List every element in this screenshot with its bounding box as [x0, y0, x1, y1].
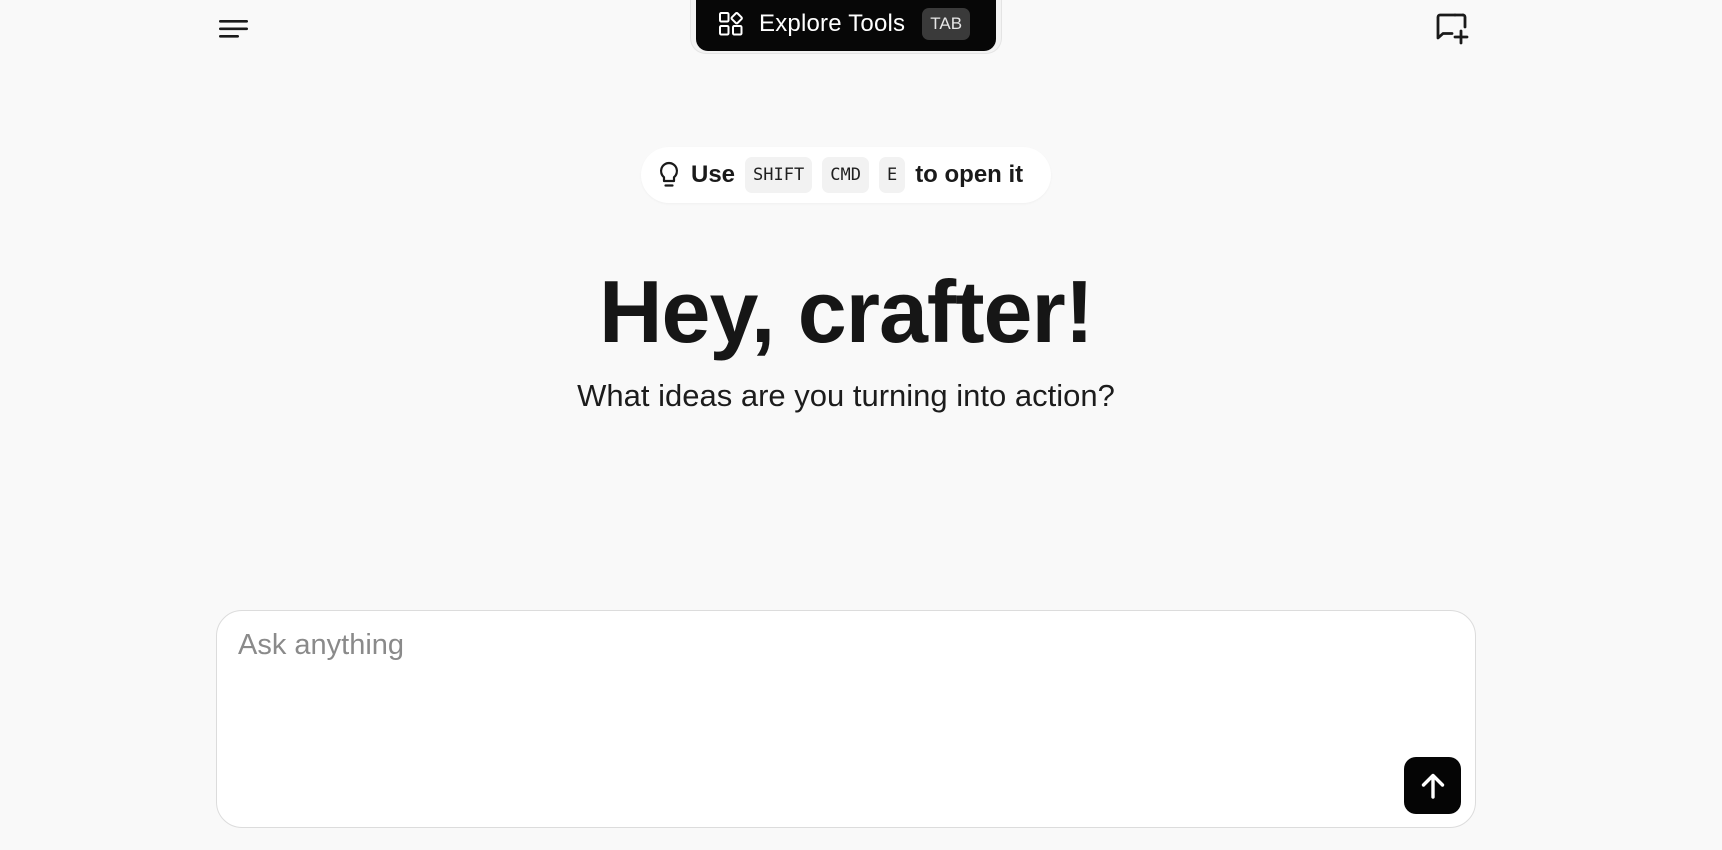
cmd-key: CMD	[822, 157, 869, 193]
hint-prefix: Use	[691, 161, 736, 188]
chat-home-page: Explore Tools TAB Use SHIFT CMD E to ope…	[0, 0, 1722, 850]
greeting-subtitle: What ideas are you turning into action?	[577, 378, 1115, 413]
explore-tools-tab-container: Explore Tools TAB	[690, 0, 1002, 54]
new-chat-button[interactable]	[1434, 10, 1470, 46]
shift-key: SHIFT	[745, 157, 813, 193]
send-button[interactable]	[1404, 757, 1461, 814]
lightbulb-icon	[656, 160, 682, 190]
sidebar-toggle-button[interactable]	[216, 14, 252, 44]
chat-composer	[216, 610, 1476, 828]
ask-anything-input[interactable]	[238, 629, 1418, 769]
explore-tools-label: Explore Tools	[759, 9, 906, 37]
explore-tools-button[interactable]: Explore Tools TAB	[696, 0, 996, 51]
tools-grid-icon	[718, 11, 744, 37]
arrow-up-icon	[1421, 773, 1444, 799]
new-chat-icon	[1436, 13, 1469, 45]
greeting-title: Hey, crafter!	[598, 262, 1094, 361]
e-key: E	[878, 157, 906, 193]
tab-shortcut-key: TAB	[922, 7, 971, 40]
shortcut-hint-pill: Use SHIFT CMD E to open it	[641, 147, 1051, 203]
hamburger-menu-icon	[219, 20, 248, 38]
hint-suffix: to open it	[915, 161, 1024, 188]
